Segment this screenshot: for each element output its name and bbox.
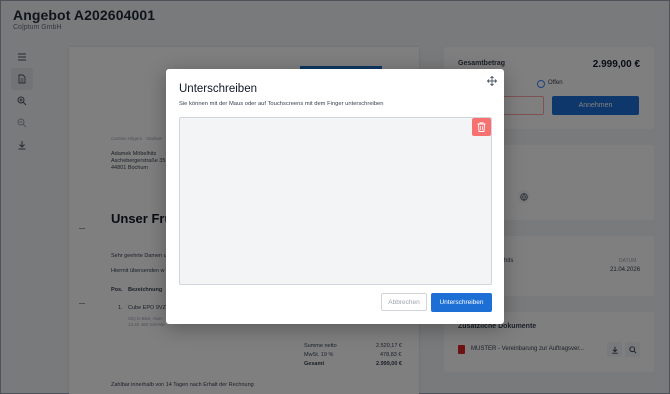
signature-canvas[interactable]: [179, 117, 492, 285]
dialog-description: Sie können mit der Maus oder auf Touchsc…: [179, 101, 384, 107]
signature-dialog: Unterschreiben Sie können mit der Maus o…: [166, 69, 504, 324]
clear-signature-button[interactable]: [472, 118, 491, 136]
move-icon[interactable]: [487, 76, 497, 86]
cancel-button[interactable]: Abbrechen: [381, 293, 427, 311]
trash-icon: [477, 122, 486, 132]
sign-button[interactable]: Unterschreiben: [431, 293, 492, 312]
dialog-title: Unterschreiben: [179, 83, 257, 95]
